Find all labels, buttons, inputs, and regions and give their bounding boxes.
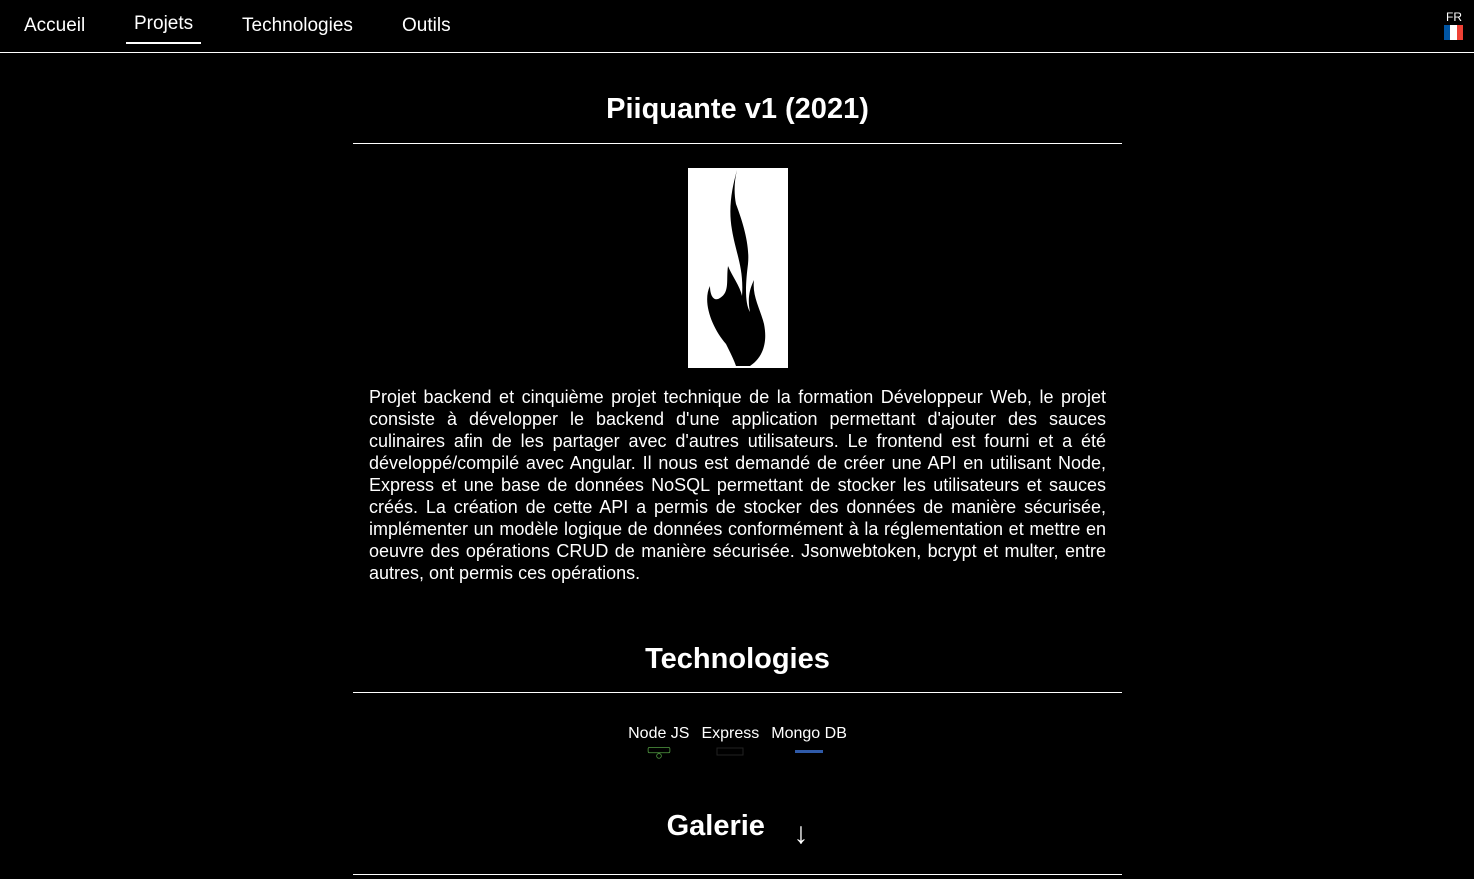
express-logo-icon bbox=[716, 747, 744, 756]
project-description: Projet backend et cinquième projet techn… bbox=[369, 387, 1106, 583]
tech-item-nodejs: Node JS bbox=[628, 723, 689, 759]
project-logo bbox=[688, 168, 788, 368]
divider bbox=[353, 143, 1122, 144]
nav-item-technologies[interactable]: Technologies bbox=[242, 14, 353, 38]
nav-item-outils[interactable]: Outils bbox=[402, 14, 451, 38]
tech-item-express: Express bbox=[701, 723, 759, 759]
language-code: FR bbox=[1446, 10, 1462, 24]
top-navbar: Accueil Projets Technologies Outils FR bbox=[0, 0, 1474, 53]
tech-name: Express bbox=[701, 725, 760, 742]
tech-name: Mongo DB bbox=[771, 725, 847, 742]
nav-item-accueil[interactable]: Accueil bbox=[24, 14, 85, 38]
gallery-title: Galerie bbox=[666, 810, 765, 842]
arrow-down-icon[interactable]: ↓ bbox=[793, 817, 808, 851]
nav-item-projets[interactable]: Projets bbox=[126, 12, 202, 44]
france-flag-icon[interactable] bbox=[1444, 25, 1463, 40]
nodejs-logo-icon bbox=[647, 746, 671, 759]
project-title: Piiquante v1 (2021) bbox=[606, 93, 869, 125]
technologies-list: Node JS Express Mongo DB bbox=[353, 723, 1122, 759]
technologies-title: Technologies bbox=[645, 643, 830, 675]
gallery-header: Galerie ↓ bbox=[353, 808, 1122, 850]
language-switcher[interactable]: FR bbox=[1444, 10, 1464, 40]
tech-name: Node JS bbox=[628, 725, 690, 742]
divider bbox=[353, 692, 1122, 693]
mongodb-logo-icon bbox=[795, 750, 824, 753]
tech-item-mongodb: Mongo DB bbox=[771, 723, 847, 759]
divider bbox=[353, 874, 1122, 875]
flame-icon bbox=[707, 170, 766, 366]
